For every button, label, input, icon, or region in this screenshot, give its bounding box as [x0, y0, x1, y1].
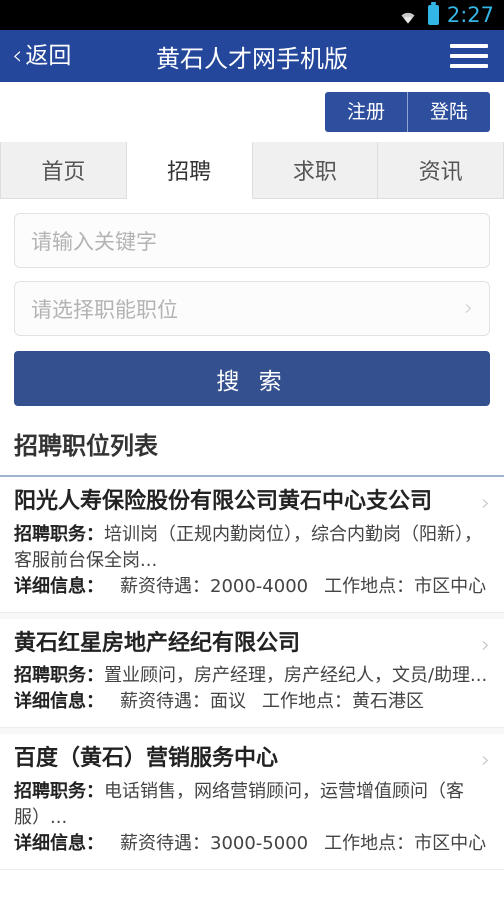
job-location-value: 市区中心 [414, 575, 487, 597]
chevron-right-icon: › [481, 491, 490, 516]
job-salary-value: 2000-4000 [210, 575, 309, 597]
chevron-right-icon: › [481, 632, 490, 658]
job-positions-line: 招聘职务：培训岗（正规内勤岗位），综合内勤岗（阳新），客服前台保全岗... [14, 522, 490, 574]
search-button[interactable]: 搜 索 [14, 351, 490, 406]
login-button[interactable]: 登陆 [406, 91, 490, 133]
back-button[interactable]: ‹ 返回 [0, 43, 71, 69]
back-button-label: 返回 [25, 42, 72, 69]
job-salary-value: 3000-5000 [210, 833, 309, 855]
job-positions-label: 招聘职务： [14, 523, 104, 545]
main-tab-bar: 首页 招聘 求职 资讯 [0, 142, 504, 199]
chevron-left-icon: ‹ [12, 41, 23, 71]
job-list: › 阳光人寿保险股份有限公司黄石中心支公司 招聘职务：培训岗（正规内勤岗位），综… [0, 477, 504, 871]
register-button[interactable]: 注册 [324, 91, 407, 133]
auth-bar: 注册 登陆 [0, 82, 504, 142]
job-category-select-label: 请选择职能职位 [31, 297, 178, 322]
status-bar-clock: 2:27 [446, 2, 494, 27]
job-company-name: 阳光人寿保险股份有限公司黄石中心支公司 [14, 489, 433, 514]
job-detail-label: 详细信息： [14, 833, 104, 855]
job-location-value: 黄石港区 [352, 691, 424, 713]
job-positions-label: 招聘职务： [14, 780, 104, 802]
tab-jobseeking[interactable]: 求职 [252, 142, 379, 199]
tab-news[interactable]: 资讯 [378, 142, 504, 199]
job-positions-label: 招聘职务： [14, 665, 104, 687]
page-title: 黄石人才网手机版 [156, 44, 348, 73]
job-positions-line: 招聘职务：置业顾问，房产经理，房产经纪人，文员/助理... [14, 663, 490, 689]
job-list-item[interactable]: › 黄石红星房地产经纪有限公司 招聘职务：置业顾问，房产经理，房产经纪人，文员/… [0, 618, 504, 729]
job-positions-line: 招聘职务：电话销售，网络营销顾问，运营增值顾问（客服）... [14, 779, 490, 831]
wifi-icon [396, 6, 420, 24]
hamburger-menu-icon[interactable] [450, 41, 488, 71]
job-company-name: 百度（黄石）营销服务中心 [14, 746, 279, 772]
job-location-value: 市区中心 [414, 833, 487, 855]
job-detail-line: 详细信息： 薪资待遇：2000-4000 工作地点：市区中心 [14, 574, 490, 600]
job-salary-label: 薪资待遇： [120, 833, 210, 855]
job-category-select[interactable]: 请选择职能职位 › [14, 281, 490, 336]
job-detail-line: 详细信息： 薪资待遇：3000-5000 工作地点：市区中心 [14, 831, 490, 857]
job-company-name: 黄石红星房地产经纪有限公司 [14, 630, 301, 656]
auth-button-group: 注册 登陆 [324, 91, 490, 133]
job-location-label: 工作地点： [324, 833, 415, 855]
job-location-label: 工作地点： [324, 575, 415, 597]
job-list-heading: 招聘职位列表 [0, 406, 504, 477]
battery-icon [427, 2, 439, 25]
job-list-item[interactable]: › 阳光人寿保险股份有限公司黄石中心支公司 招聘职务：培训岗（正规内勤岗位），综… [0, 477, 504, 613]
job-location-label: 工作地点： [262, 691, 352, 713]
job-salary-label: 薪资待遇： [120, 691, 210, 713]
search-form: 请输入关键字 请选择职能职位 › 搜 索 [0, 199, 504, 406]
job-detail-line: 详细信息： 薪资待遇：面议 工作地点：黄石港区 [14, 689, 490, 715]
job-positions-value: 置业顾问，房产经理，房产经纪人，文员/助理... [104, 665, 488, 687]
chevron-right-icon: › [481, 748, 490, 774]
chevron-right-icon: › [464, 296, 473, 321]
app-header: ‹ 返回 黄石人才网手机版 [0, 30, 504, 82]
job-salary-value: 面议 [210, 691, 246, 713]
tab-home[interactable]: 首页 [0, 142, 127, 199]
status-bar: 2:27 [0, 0, 504, 30]
job-detail-label: 详细信息： [14, 575, 104, 597]
job-list-item[interactable]: › 百度（黄石）营销服务中心 招聘职务：电话销售，网络营销顾问，运营增值顾问（客… [0, 734, 504, 871]
job-salary-label: 薪资待遇： [120, 575, 210, 597]
tab-recruitment[interactable]: 招聘 [126, 142, 253, 199]
keyword-input[interactable]: 请输入关键字 [14, 213, 490, 268]
job-detail-label: 详细信息： [14, 691, 104, 713]
